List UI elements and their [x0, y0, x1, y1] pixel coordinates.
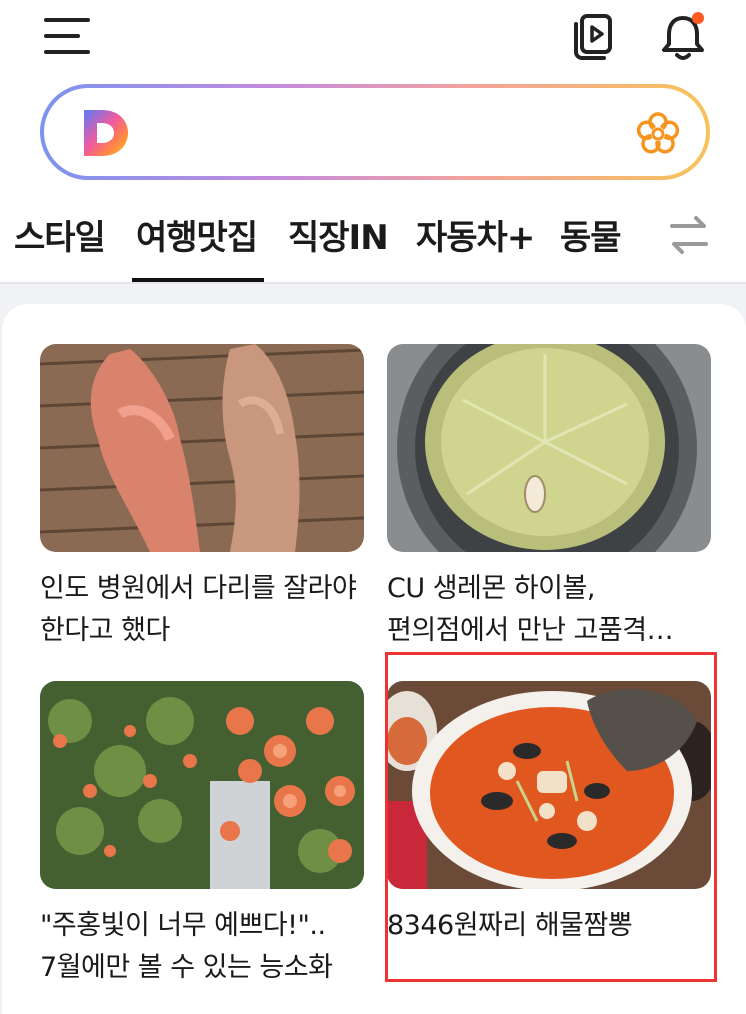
lemon-in-can-image[interactable]	[387, 344, 711, 552]
orange-trumpet-flowers-image[interactable]	[40, 681, 364, 889]
tab-work-in[interactable]: 직장IN	[288, 210, 389, 259]
feet-on-wooden-deck-image[interactable]	[40, 344, 364, 552]
tab-style[interactable]: 스타일	[14, 210, 106, 259]
article-card[interactable]: CU 생레몬 하이볼, 편의점에서 만난 고품격 하이볼	[387, 344, 711, 652]
search-area	[0, 72, 746, 190]
search-box[interactable]	[40, 84, 710, 180]
tab-animal[interactable]: 동물	[560, 210, 622, 259]
notification-dot	[692, 12, 704, 24]
active-tab-indicator	[132, 278, 264, 282]
article-title[interactable]: CU 생레몬 하이볼, 편의점에서 만난 고품격 하이볼	[387, 568, 711, 652]
video-play-icon[interactable]	[568, 12, 616, 62]
flower-icon[interactable]	[634, 110, 682, 158]
hamburger-menu-icon[interactable]	[44, 14, 92, 58]
article-card[interactable]: 인도 병원에서 다리를 잘라야 한다고 했다	[40, 344, 364, 652]
top-bar	[0, 0, 746, 72]
category-tabs: 스타일 여행맛집 직장IN 자동차+ 동물	[0, 190, 746, 284]
tab-car-plus[interactable]: 자동차+	[416, 210, 535, 259]
article-title[interactable]: "주홍빛이 너무 예쁘다!".. 7월에만 볼 수 있는 능소화	[40, 905, 364, 989]
article-card[interactable]: "주홍빛이 너무 예쁘다!".. 7월에만 볼 수 있는 능소화	[40, 681, 364, 989]
tab-travel-food[interactable]: 여행맛집	[136, 210, 258, 259]
selection-highlight-box	[385, 652, 717, 982]
article-title[interactable]: 인도 병원에서 다리를 잘라야 한다고 했다	[40, 568, 364, 652]
swap-arrows-icon[interactable]	[668, 212, 710, 258]
search-input[interactable]	[144, 108, 604, 156]
daum-d-logo[interactable]	[80, 108, 130, 158]
